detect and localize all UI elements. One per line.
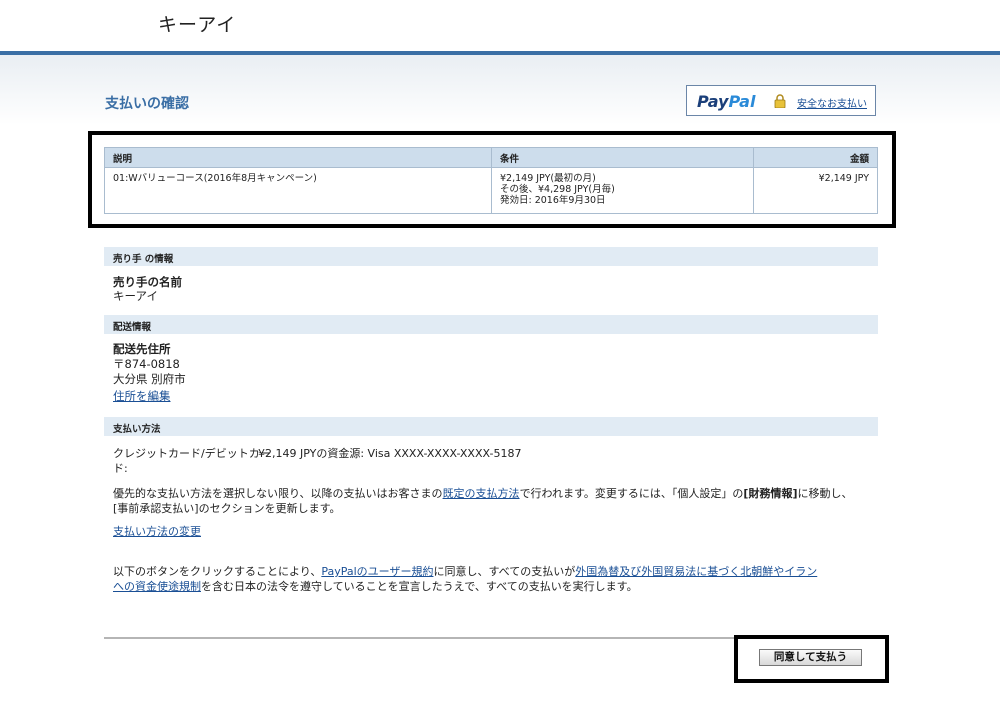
payment-method-line2: ド: (113, 462, 128, 475)
seller-name-label: 売り手の名前 (113, 275, 182, 289)
notice-financial-info: [財務情報] (743, 487, 798, 500)
lock-icon (774, 94, 786, 108)
payment-source: ¥2,149 JPYの資金源: Visa XXXX-XXXX-XXXX-5187 (258, 447, 522, 460)
item-amount: ¥2,149 JPY (753, 167, 878, 214)
foreign-exchange-law-link[interactable]: 外国為替及び外国貿易法に基づく北朝鮮やイラン (575, 565, 817, 578)
default-payment-link[interactable]: 既定の支払方法 (443, 487, 520, 500)
terms-effective: 発効日: 2016年9月30日 (500, 195, 606, 206)
table-header-row: 説明 条件 金額 (104, 147, 878, 168)
shipping-city: 大分県 別府市 (113, 372, 186, 386)
agree-and-pay-button[interactable]: 同意して支払う (759, 649, 862, 666)
notice-text-3: に移動し、 (797, 487, 853, 500)
seller-section-header: 売り手 の情報 (104, 247, 878, 266)
legal-line1: 以下のボタンをクリックすることにより、PayPalのユーザー規約に同意し、すべて… (113, 564, 878, 579)
top-header: キーアイ (0, 0, 1000, 52)
payment-notice: 優先的な支払い方法を選択しない限り、以降の支払いはお客さまの既定の支払方法で行わ… (113, 486, 883, 516)
paypal-logo-pal: Pal (728, 92, 756, 111)
shipping-section-header: 配送情報 (104, 315, 878, 334)
item-description: 01:Wバリューコース(2016年8月キャンペーン) (104, 167, 492, 214)
paypal-logo: PayPal (697, 92, 755, 111)
payment-method-label: クレジットカード/デビットカー ド: (113, 446, 271, 476)
legal-line2: への資金使途規制を含む日本の法令を遵守していることを宣言したうえで、すべての支払… (113, 579, 878, 594)
payment-method-line1: クレジットカード/デビットカー (113, 447, 271, 460)
secure-payment-link[interactable]: 安全なお支払い (797, 95, 867, 110)
table-row: 01:Wバリューコース(2016年8月キャンペーン) ¥2,149 JPY(最初… (104, 167, 878, 214)
payment-notice-line2: [事前承認支払い]のセクションを更新します。 (113, 502, 341, 515)
legal-text-1: 以下のボタンをクリックすることにより、 (113, 565, 322, 578)
paypal-logo-pay: Pay (697, 92, 729, 111)
legal-text-3: を含む日本の法令を遵守していることを宣言したうえで、すべての支払いを実行します。 (201, 580, 638, 593)
user-agreement-link[interactable]: PayPalのユーザー規約 (321, 565, 433, 578)
merchant-name: キーアイ (158, 14, 237, 36)
notice-text-2: で行われます。変更するには、「個人設定」の (519, 487, 744, 500)
col-terms: 条件 (491, 147, 754, 168)
col-amount: 金額 (753, 147, 878, 168)
legal-text: 以下のボタンをクリックすることにより、PayPalのユーザー規約に同意し、すべて… (113, 564, 878, 594)
items-table: 説明 条件 金額 01:Wバリューコース(2016年8月キャンペーン) ¥2,1… (104, 147, 878, 214)
seller-name-value: キーアイ (113, 289, 158, 303)
terms-after: その後、¥4,298 JPY(月毎) (500, 184, 615, 195)
legal-text-2: に同意し、すべての支払いが (433, 565, 576, 578)
terms-first: ¥2,149 JPY(最初の月) (500, 173, 596, 184)
payment-notice-line1: 優先的な支払い方法を選択しない限り、以降の支払いはお客さまの既定の支払方法で行わ… (113, 486, 883, 501)
edit-address-link[interactable]: 住所を編集 (113, 389, 171, 404)
paypal-secure-box: PayPal 安全なお支払い (686, 85, 876, 116)
item-terms: ¥2,149 JPY(最初の月) その後、¥4,298 JPY(月毎) 発効日:… (491, 167, 754, 214)
col-description: 説明 (104, 147, 492, 168)
payment-section-header: 支払い方法 (104, 417, 878, 436)
shipping-postal: 〒874-0818 (113, 357, 180, 371)
shipping-address-label: 配送先住所 (113, 342, 171, 356)
notice-text-1: 優先的な支払い方法を選択しない限り、以降の支払いはお客さまの (113, 487, 443, 500)
page-title: 支払いの確認 (105, 96, 189, 112)
change-payment-link[interactable]: 支払い方法の変更 (113, 524, 201, 539)
fund-use-regulation-link[interactable]: への資金使途規制 (113, 580, 201, 593)
